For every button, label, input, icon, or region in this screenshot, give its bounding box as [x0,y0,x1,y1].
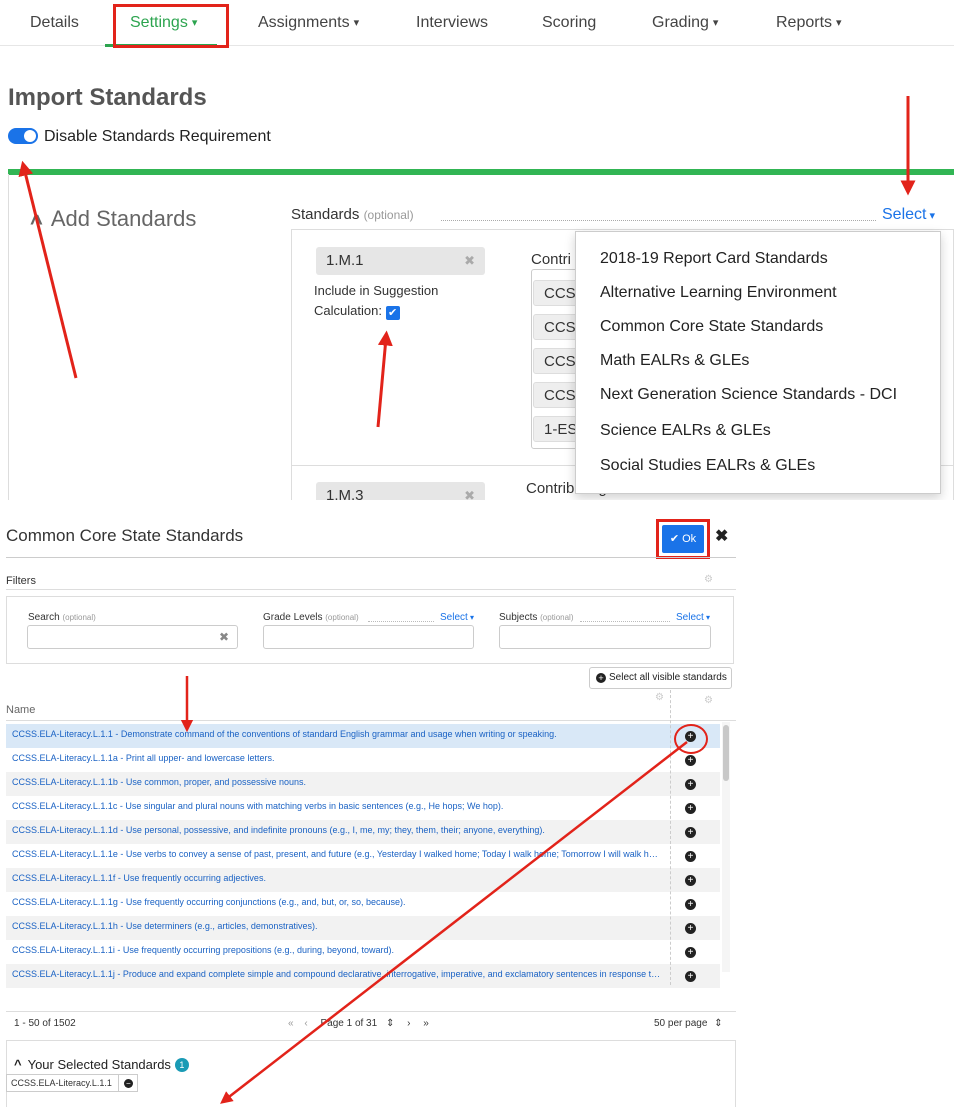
subjects-label: Subjects (optional) [499,612,574,623]
table-row[interactable]: CCSS.ELA-Literacy.L.1.1i - Use frequentl… [6,940,720,964]
add-standard-icon[interactable]: + [685,947,696,958]
search-input[interactable] [27,625,238,649]
common-core-modal: Common Core State Standards ✔ Ok ✖ Filte… [0,500,954,1107]
table-row[interactable]: CCSS.ELA-Literacy.L.1.1c - Use singular … [6,796,720,820]
first-page-icon[interactable]: « [288,1018,294,1029]
grade-levels-select[interactable]: Select [440,612,474,623]
nav-assignments[interactable]: Assignments [258,14,359,32]
page-title: Import Standards [8,84,207,111]
table-row[interactable]: CCSS.ELA-Literacy.L.1.1j - Produce and e… [6,964,720,988]
table-row[interactable]: CCSS.ELA-Literacy.L.1.1 - Demonstrate co… [6,724,720,748]
calculation-checkbox[interactable]: ✔ [385,306,400,320]
table-row[interactable]: CCSS.ELA-Literacy.L.1.1f - Use frequentl… [6,868,720,892]
add-standard-icon[interactable]: + [685,779,696,790]
filters-label: Filters [6,575,36,587]
include-suggestion: Include in Suggestion Calculation: ✔ [314,283,439,320]
add-standard-icon[interactable]: + [685,971,696,982]
add-standard-icon[interactable]: + [685,923,696,934]
select-all-button[interactable]: + Select all visible standards [589,667,732,689]
add-standards-heading[interactable]: Add Standards [30,206,197,232]
standards-select-menu: 2018-19 Report Card Standards Alternativ… [575,231,941,494]
minus-circle-icon: − [123,1079,133,1088]
title-divider [6,557,736,558]
settings-highlight-box [113,4,229,48]
column-divider [670,690,671,985]
filters-divider [6,589,736,590]
toggle-label: Disable Standards Requirement [44,128,271,145]
menu-item-social-studies[interactable]: Social Studies EALRs & GLEs [600,457,815,475]
table-row[interactable]: CCSS.ELA-Literacy.L.1.1h - Use determine… [6,916,720,940]
menu-item-math-ealrs[interactable]: Math EALRs & GLEs [600,352,749,370]
menu-item-common-core[interactable]: Common Core State Standards [600,318,823,336]
add-standard-icon[interactable]: + [685,875,696,886]
nav-interviews[interactable]: Interviews [416,14,488,32]
selected-standard-chip: CCSS.ELA-Literacy.L.1.1− [6,1074,138,1092]
menu-item-science-ealrs[interactable]: Science EALRs & GLEs [600,422,771,440]
dotted-leader [368,621,434,622]
per-page-select[interactable]: 50 per page ⇕ [654,1018,723,1029]
clear-search-icon[interactable]: ✖ [219,630,229,644]
ok-button[interactable]: ✔ Ok [662,525,704,553]
table-row[interactable]: CCSS.ELA-Literacy.L.1.1b - Use common, p… [6,772,720,796]
gear-icon[interactable]: ⚙ [655,692,664,703]
disable-requirement-toggle[interactable] [8,128,38,144]
table-row[interactable]: CCSS.ELA-Literacy.L.1.1d - Use personal,… [6,820,720,844]
header-divider [6,720,736,721]
add-standard-icon[interactable]: + [685,803,696,814]
subjects-select[interactable]: Select [676,612,710,623]
add-icon-highlight-circle [674,724,708,754]
prev-page-icon[interactable]: ‹ [304,1018,307,1029]
name-column-header[interactable]: Name [6,704,35,716]
table-row[interactable]: CCSS.ELA-Literacy.L.1.1g - Use frequentl… [6,892,720,916]
menu-item-ngss-dci[interactable]: Next Generation Science Standards - DCI [600,386,897,404]
add-standard-icon[interactable]: + [685,755,696,766]
add-standard-icon[interactable]: + [685,899,696,910]
close-icon[interactable]: ✖ [715,526,728,546]
search-label: Search (optional) [28,612,96,623]
pagination: « ‹ Page 1 of 31 ⇕ › » [288,1018,429,1029]
nav-grading[interactable]: Grading [652,14,718,32]
check-icon: ✔ [669,533,680,545]
table-row[interactable]: CCSS.ELA-Literacy.L.1.1a - Print all upp… [6,748,720,772]
standards-label: Standards (optional) [291,206,414,223]
record-range: 1 - 50 of 1502 [14,1018,76,1029]
nav-scoring[interactable]: Scoring [542,14,596,32]
next-page-icon[interactable]: › [407,1018,410,1029]
table-row[interactable]: CCSS.ELA-Literacy.L.1.1e - Use verbs to … [6,844,720,868]
standards-select-dropdown[interactable]: Select [882,206,935,224]
modal-title: Common Core State Standards [6,526,244,545]
grade-levels-label: Grade Levels (optional) [263,612,359,623]
remove-icon[interactable]: ✖ [464,247,475,275]
nav-reports[interactable]: Reports [776,14,842,32]
standard-chip-1m1: 1.M.1 ✖ [316,247,485,275]
menu-item-alt-learning[interactable]: Alternative Learning Environment [600,284,837,302]
last-page-icon[interactable]: » [423,1018,429,1029]
standard-chip-1m3: 1.M.3 ✖ [316,482,485,500]
selected-count-badge: 1 [174,1058,189,1072]
contributing-label-partial: Contri [531,251,572,268]
add-standard-icon[interactable]: + [685,851,696,862]
dotted-leader [580,621,670,622]
gear-icon[interactable]: ⚙ [704,695,713,706]
page-stepper-icon[interactable]: ⇕ [386,1018,394,1029]
menu-item-report-card[interactable]: 2018-19 Report Card Standards [600,250,828,268]
add-standard-icon[interactable]: + [685,827,696,838]
standards-settings-screenshot: Details Settings Assignments Interviews … [0,0,954,500]
scrollbar-thumb[interactable] [723,725,729,781]
subjects-input[interactable] [499,625,711,649]
selected-standards-heading[interactable]: Your Selected Standards1 [14,1057,189,1072]
plus-circle-icon: + [596,673,606,683]
gear-icon[interactable]: ⚙ [704,574,713,585]
remove-icon[interactable]: ✖ [464,482,475,500]
nav-details[interactable]: Details [30,14,79,32]
footer-divider [6,1011,736,1012]
grade-levels-input[interactable] [263,625,474,649]
dotted-leader [441,220,876,221]
remove-standard-button[interactable]: − [117,1075,133,1091]
